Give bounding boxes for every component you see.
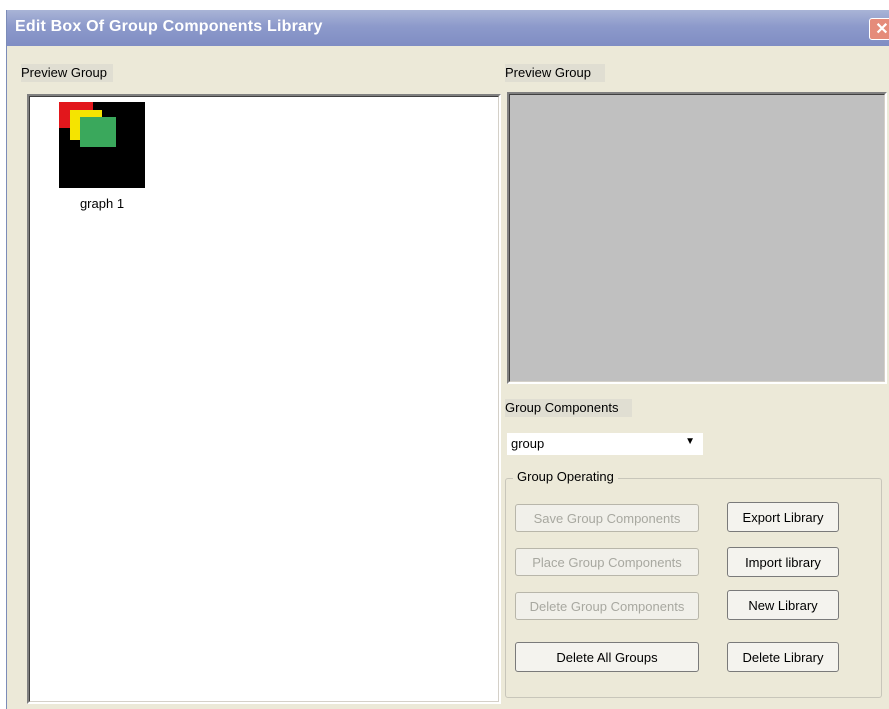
right-preview-label: Preview Group	[505, 64, 605, 82]
delete-group-components-button[interactable]: Delete Group Components	[515, 592, 699, 620]
delete-all-groups-button[interactable]: Delete All Groups	[515, 642, 699, 672]
preview-area	[507, 92, 887, 384]
dialog-window: Edit Box Of Group Components Library ✕ P…	[6, 10, 889, 709]
chevron-down-icon[interactable]: ▼	[685, 436, 695, 447]
import-library-button[interactable]: Import library	[727, 547, 839, 577]
new-library-button[interactable]: New Library	[727, 590, 839, 620]
group-operating-title: Group Operating	[513, 469, 618, 484]
title-bar[interactable]: Edit Box Of Group Components Library ✕	[7, 10, 889, 46]
green-square	[80, 117, 116, 147]
window-title: Edit Box Of Group Components Library	[15, 18, 323, 35]
export-library-button[interactable]: Export Library	[727, 502, 839, 532]
group-components-select[interactable]: group ▼	[507, 433, 703, 455]
thumbnail-caption: graph 1	[79, 196, 125, 211]
group-list[interactable]: graph 1	[27, 94, 501, 704]
close-icon[interactable]: ✕	[869, 18, 889, 40]
delete-library-button[interactable]: Delete Library	[727, 642, 839, 672]
combo-value: group	[511, 436, 545, 451]
left-preview-label: Preview Group	[21, 64, 113, 82]
components-label: Group Components	[505, 399, 633, 417]
save-group-components-button[interactable]: Save Group Components	[515, 504, 699, 532]
place-group-components-button[interactable]: Place Group Components	[515, 548, 699, 576]
group-thumbnail[interactable]	[59, 102, 145, 188]
